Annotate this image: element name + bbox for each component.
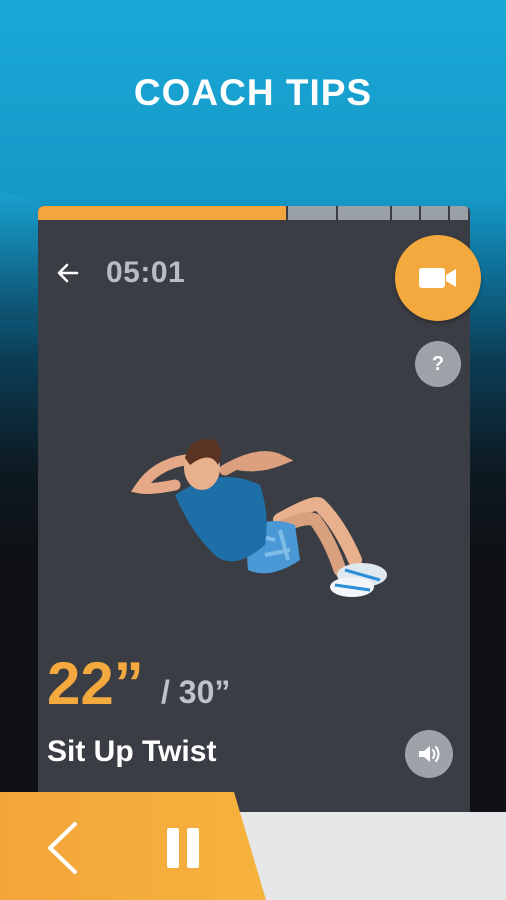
progress-segment bbox=[392, 206, 419, 220]
pause-button[interactable] bbox=[158, 818, 208, 878]
video-button[interactable] bbox=[395, 235, 481, 321]
workout-timer: 05:01 bbox=[106, 256, 186, 289]
progress-segment bbox=[450, 206, 468, 220]
help-button[interactable]: ? bbox=[415, 341, 461, 387]
exercise-illustration bbox=[130, 439, 387, 597]
exercise-name: Sit Up Twist bbox=[47, 735, 217, 768]
progress-segment bbox=[338, 206, 390, 220]
progress-bar bbox=[38, 206, 470, 220]
progress-segment-active bbox=[38, 206, 286, 220]
pause-icon bbox=[167, 828, 199, 868]
chevron-left-icon bbox=[48, 822, 77, 874]
progress-segment bbox=[288, 206, 336, 220]
back-arrow-icon[interactable] bbox=[55, 260, 81, 286]
rep-count-total: / 30” bbox=[161, 674, 231, 710]
progress-segment bbox=[421, 206, 448, 220]
background-accent bbox=[0, 190, 40, 320]
video-camera-icon bbox=[419, 268, 456, 288]
rep-count-current: 22” bbox=[47, 650, 144, 717]
sound-button[interactable] bbox=[405, 730, 453, 778]
previous-button[interactable] bbox=[40, 818, 84, 878]
speaker-icon bbox=[419, 746, 440, 762]
page-title: COACH TIPS bbox=[133, 72, 373, 113]
